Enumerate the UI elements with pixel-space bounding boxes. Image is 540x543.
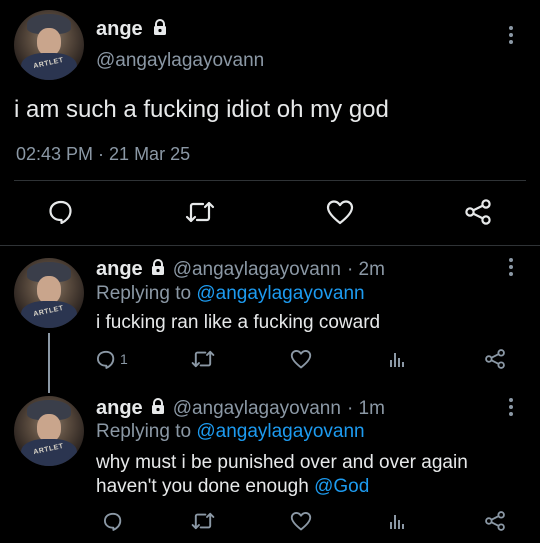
thread-line — [48, 333, 50, 393]
avatar[interactable]: ARTLET — [14, 396, 84, 466]
retweet-icon — [185, 201, 215, 223]
replying-to-link[interactable]: @angaylagayovann — [196, 421, 364, 442]
replying-to: Replying to @angaylagayovann — [96, 283, 365, 305]
like-button[interactable] — [288, 346, 314, 372]
more-options-icon[interactable] — [508, 258, 514, 276]
reply-icon — [49, 200, 72, 224]
display-name[interactable]: ange — [96, 258, 143, 281]
analytics-button[interactable] — [384, 508, 410, 534]
retweet-button[interactable] — [183, 197, 217, 227]
tweet-text: i am such a fucking idiot oh my god — [14, 96, 389, 123]
like-button[interactable] — [324, 197, 356, 227]
share-button[interactable] — [462, 197, 494, 227]
display-name[interactable]: ange — [96, 18, 143, 41]
tweet-text: why must i be punished over and over aga… — [96, 451, 468, 499]
reply-icon — [104, 512, 122, 531]
retweet-button[interactable] — [190, 346, 216, 372]
share-icon — [485, 511, 505, 531]
divider — [0, 245, 540, 246]
relative-time: · 1m — [346, 397, 385, 419]
relative-time: · 2m — [346, 258, 385, 280]
username-handle[interactable]: @angaylagayovann — [173, 398, 341, 420]
lock-icon — [149, 258, 167, 281]
analytics-icon — [390, 515, 404, 529]
tweet-text: i fucking ran like a fucking coward — [96, 312, 381, 333]
reply-icon — [97, 350, 115, 369]
avatar[interactable]: ARTLET — [14, 10, 84, 80]
display-name[interactable]: ange — [96, 397, 143, 420]
username-handle[interactable]: @angaylagayovann — [96, 50, 264, 72]
tweet-text-segment: haven't you done enough — [96, 476, 309, 497]
share-button[interactable] — [482, 346, 508, 372]
avatar-face — [37, 414, 61, 443]
tweet-text-line: why must i be punished over and over aga… — [96, 452, 468, 473]
more-options-icon[interactable] — [508, 26, 514, 44]
replying-to-link[interactable]: @angaylagayovann — [196, 283, 364, 304]
replying-to-label: Replying to — [96, 421, 192, 442]
replying-to: Replying to @angaylagayovann — [96, 421, 365, 443]
retweet-button[interactable] — [190, 508, 216, 534]
retweet-icon — [191, 350, 215, 368]
like-icon — [290, 512, 312, 531]
tweet-text-line: haven't you done enough @God — [96, 475, 468, 499]
replying-to-label: Replying to — [96, 283, 192, 304]
retweet-icon — [191, 512, 215, 530]
reply-button[interactable] — [46, 197, 76, 227]
avatar[interactable]: ARTLET — [14, 258, 84, 328]
avatar-face — [37, 276, 61, 305]
reply-count: 1 — [120, 351, 128, 367]
like-button[interactable] — [288, 508, 314, 534]
share-icon — [465, 199, 491, 225]
more-options-icon[interactable] — [508, 398, 514, 416]
lock-icon — [151, 18, 169, 41]
analytics-icon — [390, 353, 404, 367]
share-icon — [485, 349, 505, 369]
reply-button[interactable] — [100, 508, 126, 534]
like-icon — [326, 200, 354, 225]
lock-icon — [149, 397, 167, 420]
username-handle[interactable]: @angaylagayovann — [173, 259, 341, 281]
analytics-button[interactable] — [384, 346, 410, 372]
divider — [14, 180, 526, 181]
mention-link[interactable]: @God — [314, 476, 369, 497]
avatar-face — [37, 28, 61, 57]
like-icon — [290, 350, 312, 369]
share-button[interactable] — [482, 508, 508, 534]
tweet-timestamp: 02:43 PM · 21 Mar 25 — [16, 144, 191, 164]
reply-button[interactable]: 1 — [96, 346, 128, 372]
